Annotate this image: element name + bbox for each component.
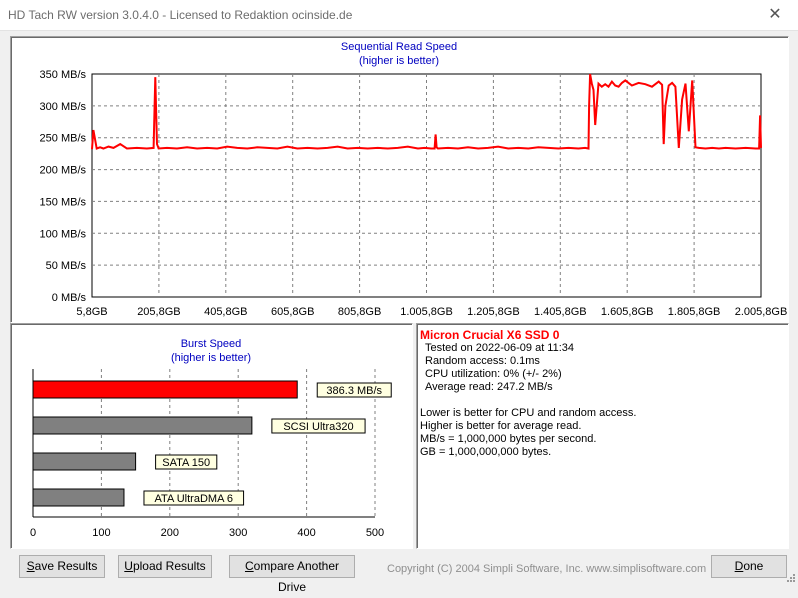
x-tick-label: 1.205,8GB: [467, 306, 520, 318]
average-read: Average read: 247.2 MB/s: [425, 381, 553, 393]
reference-burst-bar: [32, 416, 253, 435]
y-tick-label: 250 MB/s: [40, 133, 87, 145]
save-results-button[interactable]: Save Results: [19, 555, 105, 578]
x-tick-label: 805,8GB: [338, 306, 381, 318]
bar-label: ATA UltraDMA 6: [155, 493, 233, 505]
plot-frame: [91, 73, 762, 298]
reference-burst-bar: [32, 488, 125, 507]
cpu-utilization: CPU utilization: 0% (+/- 2%): [425, 368, 562, 380]
x-tick-label: 100: [92, 527, 110, 539]
burst-speed-panel: Burst Speed (higher is better) 386.3 MB/…: [10, 323, 413, 549]
title-bar: HD Tach RW version 3.0.4.0 - Licensed to…: [0, 0, 798, 31]
bar-label: SATA 150: [162, 457, 210, 469]
x-tick-label: 0: [30, 527, 36, 539]
sequential-read-chart: Sequential Read Speed (higher is better)…: [40, 41, 788, 318]
bar-label: 386.3 MB/s: [326, 385, 382, 397]
y-tick-label: 0 MB/s: [52, 292, 87, 304]
x-tick-label: 1.805,8GB: [668, 306, 721, 318]
burst-speed-chart: Burst Speed (higher is better) 386.3 MB/…: [30, 338, 392, 539]
x-tick-label: 5,8GB: [76, 306, 107, 318]
chart-subtitle: (higher is better): [359, 55, 439, 67]
resize-grip-icon[interactable]: [786, 573, 796, 583]
reference-burst-bar: [32, 452, 137, 471]
window-title: HD Tach RW version 3.0.4.0 - Licensed to…: [8, 8, 353, 22]
compare-drive-button[interactable]: Compare Another Drive: [229, 555, 355, 594]
x-tick-label: 405,8GB: [204, 306, 247, 318]
note-higher-better: Higher is better for average read.: [420, 420, 582, 432]
burst-subtitle: (higher is better): [171, 352, 251, 364]
note-gb-definition: GB = 1,000,000,000 bytes.: [420, 446, 552, 458]
drive-name: Micron Crucial X6 SSD 0: [420, 328, 560, 342]
chart-title: Sequential Read Speed: [341, 41, 457, 53]
random-access: Random access: 0.1ms: [425, 355, 540, 367]
upload-results-button[interactable]: Upload Results: [118, 555, 212, 578]
y-tick-label: 50 MB/s: [46, 260, 87, 272]
sequential-read-panel: Sequential Read Speed (higher is better)…: [10, 36, 789, 323]
x-tick-label: 300: [229, 527, 247, 539]
x-tick-label: 200: [161, 527, 179, 539]
tested-on: Tested on 2022-06-09 at 11:34: [425, 342, 575, 354]
note-lower-better: Lower is better for CPU and random acces…: [420, 407, 637, 419]
bar-label: SCSI Ultra320: [283, 421, 353, 433]
y-tick-label: 300 MB/s: [40, 101, 87, 113]
note-mbs-definition: MB/s = 1,000,000 bytes per second.: [420, 433, 597, 445]
done-button[interactable]: Done: [711, 555, 787, 578]
drive-info-panel: Micron Crucial X6 SSD 0 Tested on 2022-0…: [416, 323, 789, 549]
copyright-text: Copyright (C) 2004 Simpli Software, Inc.…: [387, 563, 707, 575]
x-tick-label: 400: [297, 527, 315, 539]
x-tick-label: 2.005,8GB: [735, 306, 788, 318]
y-tick-label: 150 MB/s: [40, 196, 87, 208]
x-tick-label: 205,8GB: [137, 306, 180, 318]
y-tick-label: 350 MB/s: [40, 69, 87, 81]
x-tick-label: 1.005,8GB: [400, 306, 453, 318]
y-tick-label: 100 MB/s: [40, 228, 87, 240]
close-icon[interactable]: ✕: [752, 0, 798, 30]
x-tick-label: 1.405,8GB: [534, 306, 587, 318]
burst-title: Burst Speed: [181, 338, 242, 350]
x-tick-label: 605,8GB: [271, 306, 314, 318]
x-tick-label: 500: [366, 527, 384, 539]
x-tick-label: 1.605,8GB: [601, 306, 654, 318]
drive-burst-bar: [32, 380, 298, 399]
y-tick-label: 200 MB/s: [40, 165, 87, 177]
